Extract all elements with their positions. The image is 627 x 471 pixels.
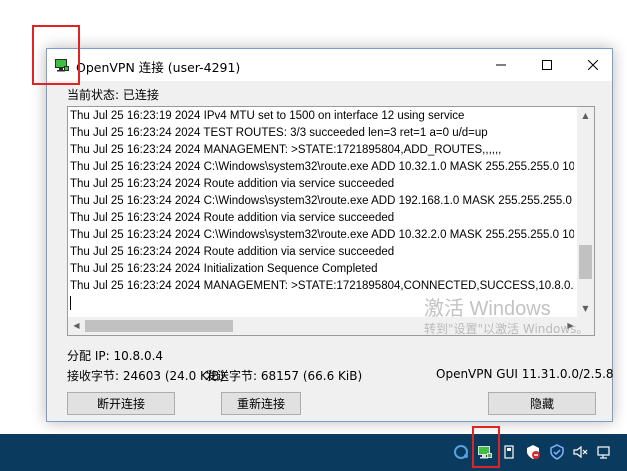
close-button[interactable] (570, 49, 616, 80)
maximize-button[interactable] (524, 49, 570, 80)
log-line: Thu Jul 25 16:23:24 2024 MANAGEMENT: >ST… (70, 144, 502, 156)
disconnect-button[interactable]: 断开连接 (67, 392, 175, 415)
vertical-scrollbar[interactable]: ▲ ▼ (577, 107, 594, 317)
text-caret (70, 296, 71, 310)
log-line: Thu Jul 25 16:23:24 2024 C:\Windows\syst… (70, 229, 574, 241)
volume-muted-icon[interactable] (571, 443, 589, 461)
minimize-icon (496, 64, 506, 65)
close-icon (588, 59, 598, 70)
horizontal-scroll-thumb[interactable] (85, 320, 233, 332)
scroll-down-arrow-icon[interactable]: ▼ (577, 300, 594, 317)
log-lines: Thu Jul 25 16:23:19 2024 IPv4 MTU set to… (70, 108, 574, 316)
scroll-left-arrow-icon[interactable]: ◀ (68, 317, 85, 334)
title-bar[interactable]: OpenVPN 连接 (user-4291) (47, 49, 612, 81)
log-line: Thu Jul 25 16:23:24 2024 Route addition … (70, 246, 395, 258)
security-shield-icon[interactable] (524, 443, 542, 461)
connection-status: 当前状态: 已连接 (67, 86, 159, 103)
status-label: 当前状态: (67, 88, 120, 102)
hide-button[interactable]: 隐藏 (488, 392, 596, 415)
maximize-icon (542, 59, 552, 70)
bytes-received: 接收字节: 24603 (24.0 KiB) (67, 369, 225, 383)
minimize-button[interactable] (478, 49, 524, 80)
scroll-up-arrow-icon[interactable]: ▲ (577, 107, 594, 124)
window-title: OpenVPN 连接 (user-4291) (76, 60, 241, 75)
bytes-sent: 发送字节: 68157 (66.6 KiB) (205, 369, 363, 383)
annotation-highlight-app-icon (32, 25, 80, 85)
openvpn-window: OpenVPN 连接 (user-4291) 当前状态: 已连接 Thu Jul… (46, 48, 614, 422)
network-icon[interactable] (596, 443, 614, 461)
bluetooth-icon[interactable] (452, 443, 470, 461)
log-line: Thu Jul 25 16:23:24 2024 C:\Windows\syst… (70, 195, 574, 207)
log-line: Thu Jul 25 16:23:19 2024 IPv4 MTU set to… (70, 110, 465, 122)
defender-icon[interactable] (548, 443, 566, 461)
log-line: Thu Jul 25 16:23:24 2024 TEST ROUTES: 3/… (70, 127, 488, 139)
taskbar (0, 434, 627, 471)
log-line: Thu Jul 25 16:23:24 2024 Route addition … (70, 178, 395, 190)
assigned-ip: 分配 IP: 10.8.0.4 (67, 349, 164, 363)
version-info: OpenVPN GUI 11.31.0.0/2.5.8 (436, 367, 614, 381)
activation-watermark-subtitle: 转到"设置"以激活 Windows。 (424, 322, 589, 336)
activation-watermark-title: 激活 Windows (424, 298, 551, 320)
reconnect-button[interactable]: 重新连接 (221, 392, 301, 415)
usb-device-icon[interactable] (500, 443, 518, 461)
status-value: 已连接 (122, 88, 159, 102)
vertical-scroll-thumb[interactable] (579, 244, 592, 279)
log-line: Thu Jul 25 16:23:24 2024 Initialization … (70, 263, 378, 275)
log-line: Thu Jul 25 16:23:24 2024 C:\Windows\syst… (70, 161, 574, 173)
annotation-highlight-tray-icon (472, 426, 500, 468)
log-line: Thu Jul 25 16:23:24 2024 Route addition … (70, 212, 395, 224)
